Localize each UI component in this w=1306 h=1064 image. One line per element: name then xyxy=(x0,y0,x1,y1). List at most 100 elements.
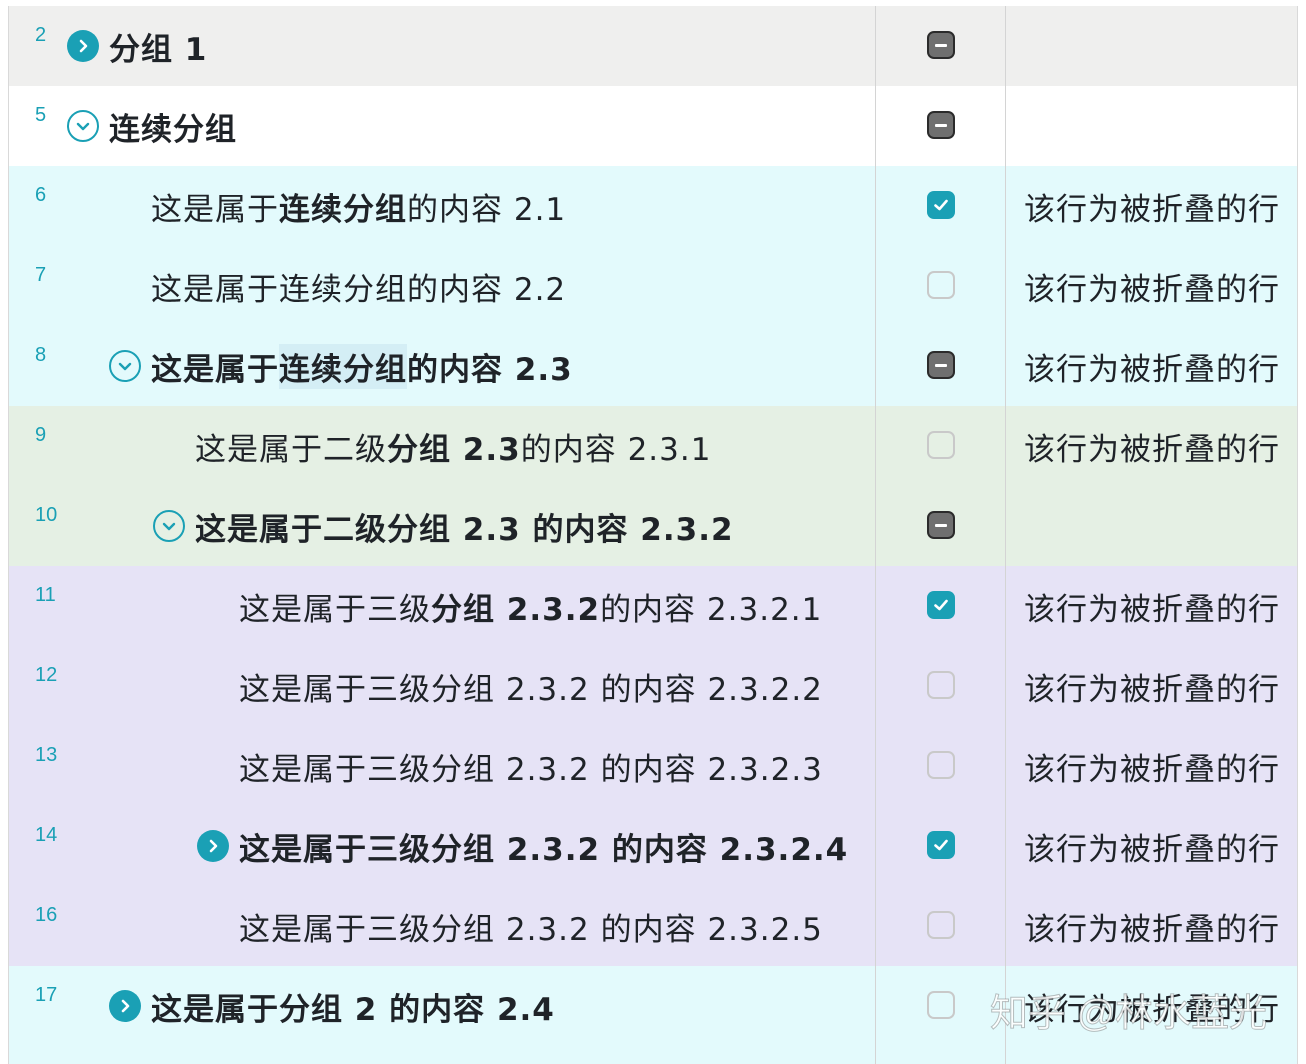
check-icon xyxy=(934,839,948,851)
row-content: 这是属于分组 2 的内容 2.4 xyxy=(109,966,555,1046)
row-content: 这是属于三级 分组 2.3.2 的内容 2.3.2.1 xyxy=(239,566,822,646)
line-number: 14 xyxy=(35,824,58,846)
row-text: 这是属于三级分组 2.3.2 的内容 2.3.2.4 xyxy=(239,831,849,868)
content-cell: 7 这是属于连续分组的内容 2.2 xyxy=(9,246,876,326)
table-row: 14 这是属于三级分组 2.3.2 的内容 2.3.2.4 该行为被折叠的行 xyxy=(9,806,1297,886)
note-cell: 该行为被折叠的行 xyxy=(1006,166,1297,246)
checkbox-unchecked[interactable] xyxy=(927,431,955,459)
row-text: 的内容 2.1 xyxy=(407,191,567,228)
content-cell: 5 连续分组 xyxy=(9,86,876,166)
note-text: 该行为被折叠的行 xyxy=(1024,591,1280,628)
checkbox-unchecked[interactable] xyxy=(927,991,955,1019)
row-content: 这是属于二级 分组 2.3 的内容 2.3.1 xyxy=(195,406,711,486)
content-cell: 8 这是属于 连续分组 的内容 2.3 xyxy=(9,326,876,406)
note-text: 该行为被折叠的行 xyxy=(1024,271,1280,308)
note-text: 该行为被折叠的行 xyxy=(1024,191,1280,228)
content-cell: 16 这是属于三级分组 2.3.2 的内容 2.3.2.5 xyxy=(9,886,876,966)
table-row: 12 这是属于三级分组 2.3.2 的内容 2.3.2.2 该行为被折叠的行 xyxy=(9,646,1297,726)
checkbox-checked[interactable] xyxy=(927,831,955,859)
content-cell: 9 这是属于二级 分组 2.3 的内容 2.3.1 xyxy=(9,406,876,486)
row-content: 分组 1 xyxy=(67,6,207,86)
checkbox-cell xyxy=(876,646,1006,726)
checkbox-cell xyxy=(876,726,1006,806)
line-number: 9 xyxy=(35,424,47,446)
row-content: 这是属于三级分组 2.3.2 的内容 2.3.2.2 xyxy=(239,646,823,726)
check-icon xyxy=(934,599,948,611)
row-text: 这是属于 xyxy=(151,191,279,228)
checkbox-cell xyxy=(876,406,1006,486)
chevron-down-icon[interactable] xyxy=(67,110,99,142)
checkbox-cell xyxy=(876,326,1006,406)
table-row: 16 这是属于三级分组 2.3.2 的内容 2.3.2.5 该行为被折叠的行 xyxy=(9,886,1297,966)
outline-table: 2 分组 1 5 连续分组 6 这是属于 连续分组 的内容 2.1 该行为被折叠… xyxy=(8,6,1298,1064)
note-text: 该行为被折叠的行 xyxy=(1024,991,1280,1028)
checkbox-indeterminate[interactable] xyxy=(927,511,955,539)
line-number: 10 xyxy=(35,504,58,526)
row-text: 这是属于 xyxy=(151,351,279,388)
line-number: 8 xyxy=(35,344,47,366)
checkbox-cell xyxy=(876,246,1006,326)
row-content: 这是属于 连续分组 的内容 2.3 xyxy=(109,326,573,406)
table-row: 9 这是属于二级 分组 2.3 的内容 2.3.1 该行为被折叠的行 xyxy=(9,406,1297,486)
content-cell: 14 这是属于三级分组 2.3.2 的内容 2.3.2.4 xyxy=(9,806,876,886)
content-cell: 11 这是属于三级 分组 2.3.2 的内容 2.3.2.1 xyxy=(9,566,876,646)
line-number: 16 xyxy=(35,904,58,926)
checkbox-checked[interactable] xyxy=(927,191,955,219)
checkbox-cell xyxy=(876,6,1006,86)
checkbox-unchecked[interactable] xyxy=(927,271,955,299)
row-text: 这是属于分组 2 的内容 2.4 xyxy=(151,991,555,1028)
table-row: 10 这是属于二级分组 2.3 的内容 2.3.2 xyxy=(9,486,1297,566)
content-cell: 17 这是属于分组 2 的内容 2.4 xyxy=(9,966,876,1064)
row-text: 这是属于三级分组 2.3.2 的内容 2.3.2.5 xyxy=(239,911,823,948)
row-text: 分组 1 xyxy=(109,31,208,68)
line-number: 13 xyxy=(35,744,58,766)
checkbox-unchecked[interactable] xyxy=(927,911,955,939)
chevron-right-icon[interactable] xyxy=(197,830,229,862)
note-text: 该行为被折叠的行 xyxy=(1024,671,1280,708)
row-content: 这是属于连续分组的内容 2.2 xyxy=(151,246,566,326)
table-row: 2 分组 1 xyxy=(9,6,1297,86)
checkbox-unchecked[interactable] xyxy=(927,751,955,779)
checkbox-cell xyxy=(876,966,1006,1064)
checkbox-cell xyxy=(876,806,1006,886)
row-content: 这是属于三级分组 2.3.2 的内容 2.3.2.4 xyxy=(197,806,848,886)
note-text: 该行为被折叠的行 xyxy=(1024,351,1280,388)
checkbox-indeterminate[interactable] xyxy=(927,31,955,59)
checkbox-cell xyxy=(876,86,1006,166)
checkbox-indeterminate[interactable] xyxy=(927,111,955,139)
note-cell: 该行为被折叠的行 xyxy=(1006,966,1297,1064)
table-row: 17 这是属于分组 2 的内容 2.4 该行为被折叠的行 xyxy=(9,966,1297,1064)
row-text: 的内容 2.3.2.1 xyxy=(600,591,823,628)
checkbox-cell xyxy=(876,166,1006,246)
line-number: 6 xyxy=(35,184,47,206)
line-number: 5 xyxy=(35,104,47,126)
note-cell: 该行为被折叠的行 xyxy=(1006,326,1297,406)
chevron-down-icon[interactable] xyxy=(153,510,185,542)
checkbox-unchecked[interactable] xyxy=(927,671,955,699)
content-cell: 6 这是属于 连续分组 的内容 2.1 xyxy=(9,166,876,246)
checkbox-indeterminate[interactable] xyxy=(927,351,955,379)
row-text: 这是属于三级分组 2.3.2 的内容 2.3.2.2 xyxy=(239,671,823,708)
row-text-bold: 连续分组 xyxy=(279,191,407,228)
content-cell: 10 这是属于二级分组 2.3 的内容 2.3.2 xyxy=(9,486,876,566)
chevron-right-icon[interactable] xyxy=(109,990,141,1022)
chevron-right-icon[interactable] xyxy=(67,30,99,62)
note-text: 该行为被折叠的行 xyxy=(1024,431,1280,468)
row-text: 这是属于三级分组 2.3.2 的内容 2.3.2.3 xyxy=(239,751,823,788)
row-text: 连续分组 xyxy=(109,111,237,148)
row-content: 连续分组 xyxy=(67,86,237,166)
table-row: 7 这是属于连续分组的内容 2.2 该行为被折叠的行 xyxy=(9,246,1297,326)
line-number: 7 xyxy=(35,264,47,286)
check-icon xyxy=(934,199,948,211)
note-text: 该行为被折叠的行 xyxy=(1024,831,1280,868)
row-text: 的内容 2.3.1 xyxy=(520,431,712,468)
note-cell: 该行为被折叠的行 xyxy=(1006,886,1297,966)
note-cell: 该行为被折叠的行 xyxy=(1006,246,1297,326)
table-row: 5 连续分组 xyxy=(9,86,1297,166)
table-row: 11 这是属于三级 分组 2.3.2 的内容 2.3.2.1 该行为被折叠的行 xyxy=(9,566,1297,646)
note-text: 该行为被折叠的行 xyxy=(1024,751,1280,788)
note-cell: 该行为被折叠的行 xyxy=(1006,646,1297,726)
checkbox-checked[interactable] xyxy=(927,591,955,619)
table-row: 8 这是属于 连续分组 的内容 2.3 该行为被折叠的行 xyxy=(9,326,1297,406)
chevron-down-icon[interactable] xyxy=(109,350,141,382)
